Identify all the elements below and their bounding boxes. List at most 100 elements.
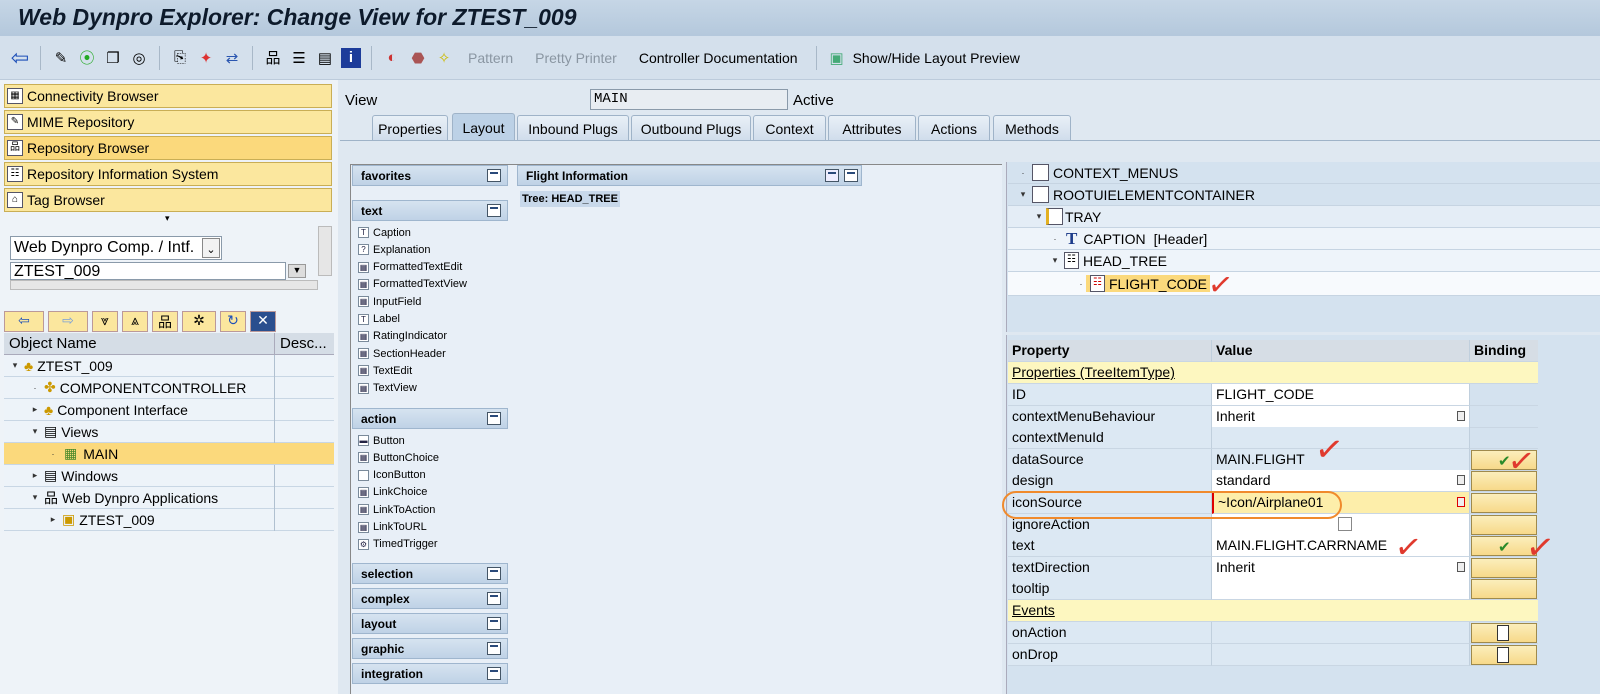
palette-group-favorites[interactable]: favorites: [352, 165, 508, 186]
palette-item-formattedtextedit[interactable]: ▦ FormattedTextEdit: [358, 259, 462, 276]
repository-information-system-button[interactable]: ☷ Repository Information System: [4, 162, 332, 186]
tree-node-application[interactable]: ▸ ▣ ZTEST_009: [4, 509, 334, 531]
forward-icon[interactable]: ⇨: [48, 311, 88, 332]
tree-node-componentcontroller[interactable]: · ✤ COMPONENTCONTROLLER: [4, 377, 334, 399]
edit-icon[interactable]: ✎: [51, 48, 71, 68]
menu-icon[interactable]: [825, 169, 839, 182]
horizontal-scrollbar[interactable]: [10, 280, 318, 290]
outline-node-root[interactable]: ▾ ROOTUIELEMENTCONTAINER: [1008, 184, 1600, 206]
value-help-icon[interactable]: [1457, 410, 1465, 421]
column-object-name[interactable]: Object Name: [9, 335, 97, 352]
stop-icon[interactable]: ⬣: [408, 48, 428, 68]
tab-context[interactable]: Context: [753, 115, 826, 141]
outline-node-tray[interactable]: ▾ TRAY: [1008, 206, 1600, 228]
minimize-icon[interactable]: [487, 412, 501, 425]
property-value-ID[interactable]: FLIGHT_CODE: [1212, 384, 1470, 406]
tab-methods[interactable]: Methods: [993, 115, 1071, 141]
pretty-printer-button[interactable]: Pretty Printer: [527, 50, 625, 66]
palette-item-label[interactable]: T Label: [358, 311, 400, 328]
wizard-icon[interactable]: ✧: [434, 48, 454, 68]
back-icon[interactable]: ⇦: [4, 311, 44, 332]
property-value-design[interactable]: standard: [1212, 470, 1470, 493]
property-value-textDirection[interactable]: Inherit: [1212, 556, 1470, 579]
outline-node-context-menus[interactable]: · CONTEXT_MENUS: [1008, 162, 1600, 184]
show-hide-layout-preview-button[interactable]: Show/Hide Layout Preview: [853, 50, 1028, 66]
repository-browser-button[interactable]: 品 Repository Browser: [4, 136, 332, 160]
window-icon[interactable]: ▤: [315, 48, 335, 68]
close-icon[interactable]: ✕: [250, 311, 276, 332]
tab-attributes[interactable]: Attributes: [828, 115, 916, 141]
settings-icon[interactable]: ✲: [182, 311, 216, 332]
tab-inbound-plugs[interactable]: Inbound Plugs: [517, 115, 629, 141]
palette-group-graphic[interactable]: graphic: [352, 638, 508, 659]
palette-item-buttonchoice[interactable]: ▦ ButtonChoice: [358, 449, 439, 466]
layout-preview-icon[interactable]: ▣: [827, 48, 847, 68]
create-event-button[interactable]: [1471, 623, 1537, 643]
outline-node-flight-code[interactable]: · ☷ FLIGHT_CODE: [1008, 272, 1600, 296]
activate-icon[interactable]: ✦: [196, 48, 216, 68]
section-label[interactable]: Properties (TreeItemType): [1008, 362, 1538, 384]
palette-item-sectionheader[interactable]: ▦ SectionHeader: [358, 345, 446, 362]
palette-group-complex[interactable]: complex: [352, 588, 508, 609]
palette-item-inputfield[interactable]: ▦ InputField: [358, 293, 421, 310]
palette-group-selection[interactable]: selection: [352, 563, 508, 584]
binding-button[interactable]: [1471, 493, 1537, 513]
binding-button[interactable]: [1471, 579, 1537, 600]
palette-item-caption[interactable]: T Caption: [358, 224, 411, 241]
display-object-list-icon[interactable]: ☰: [289, 48, 309, 68]
property-value-text[interactable]: MAIN.FLIGHT.CARRNAME: [1212, 535, 1470, 558]
check-icon[interactable]: ⎘: [170, 48, 190, 68]
tree-node-component[interactable]: ▾ ♣ ZTEST_009: [4, 355, 334, 377]
palette-item-textview[interactable]: ▦ TextView: [358, 380, 417, 397]
palette-item-linktourl[interactable]: ▦ LinkToURL: [358, 519, 427, 536]
minimize-icon[interactable]: [487, 169, 501, 182]
tree-node-views[interactable]: ▾ ▤ Views: [4, 421, 334, 443]
mime-repository-button[interactable]: ✎ MIME Repository: [4, 110, 332, 134]
pattern-button[interactable]: Pattern: [460, 50, 521, 66]
value-help-icon[interactable]: [1457, 475, 1465, 486]
palette-item-ratingindicator[interactable]: ▦ RatingIndicator: [358, 328, 447, 345]
expand-all-icon[interactable]: ⩔: [92, 311, 118, 332]
palette-group-layout[interactable]: layout: [352, 613, 508, 634]
navigate-icon[interactable]: ⇄: [222, 48, 242, 68]
tree-node-component-interface[interactable]: ▸ ♣ Component Interface: [4, 399, 334, 421]
tab-layout[interactable]: Layout: [452, 113, 515, 141]
expand-arrow-icon[interactable]: ▾: [165, 213, 170, 224]
minimize-icon[interactable]: [487, 592, 501, 605]
outline-node-head-tree[interactable]: ▾ ☷ HEAD_TREE: [1008, 250, 1600, 272]
hierarchy-up-icon[interactable]: 品: [152, 311, 178, 332]
section-properties[interactable]: Properties (TreeItemType): [1008, 362, 1538, 384]
controller-documentation-button[interactable]: Controller Documentation: [631, 50, 806, 66]
section-label[interactable]: Events: [1008, 600, 1538, 622]
tree-node-windows[interactable]: ▸ ▤ Windows: [4, 465, 334, 487]
value-help-icon[interactable]: [1457, 497, 1465, 507]
object-name-input[interactable]: ZTEST_009: [10, 262, 286, 280]
active-inactive-icon[interactable]: ⦿: [77, 48, 97, 68]
property-value-tooltip[interactable]: [1212, 578, 1470, 601]
palette-item-linktoaction[interactable]: ▦ LinkToAction: [358, 501, 435, 518]
property-value-contextMenuBehaviour[interactable]: Inherit: [1212, 405, 1470, 428]
preview-tree[interactable]: Tree: HEAD_TREE: [520, 191, 620, 207]
palette-item-textedit[interactable]: ▦ TextEdit: [358, 362, 412, 379]
outline-node-caption[interactable]: · T CAPTION [Header]: [1008, 228, 1600, 250]
where-used-icon[interactable]: ◎: [129, 48, 149, 68]
connectivity-browser-button[interactable]: ▦ Connectivity Browser: [4, 84, 332, 108]
palette-item-explanation[interactable]: ? Explanation: [358, 241, 431, 258]
palette-item-button[interactable]: ▬ Button: [358, 432, 405, 449]
other-object-icon[interactable]: ❐: [103, 48, 123, 68]
minimize-icon[interactable]: [487, 642, 501, 655]
tag-browser-button[interactable]: ⌂ Tag Browser: [4, 188, 332, 212]
view-name-field[interactable]: MAIN: [590, 89, 788, 110]
value-help-icon[interactable]: [1457, 561, 1465, 572]
vertical-scrollbar[interactable]: [318, 226, 332, 276]
minimize-icon[interactable]: [487, 667, 501, 680]
tree-node-main[interactable]: · ▦ MAIN: [4, 443, 334, 465]
palette-item-formattedtextview[interactable]: ▦ FormattedTextView: [358, 276, 467, 293]
tab-actions[interactable]: Actions: [918, 115, 990, 141]
info-icon[interactable]: i: [341, 47, 361, 68]
tab-properties[interactable]: Properties: [372, 115, 448, 141]
palette-item-timedtrigger[interactable]: ⚙ TimedTrigger: [358, 536, 438, 553]
minimize-icon[interactable]: [487, 617, 501, 630]
palette-group-action[interactable]: action: [352, 408, 508, 429]
refresh-icon[interactable]: ↻: [220, 311, 246, 332]
